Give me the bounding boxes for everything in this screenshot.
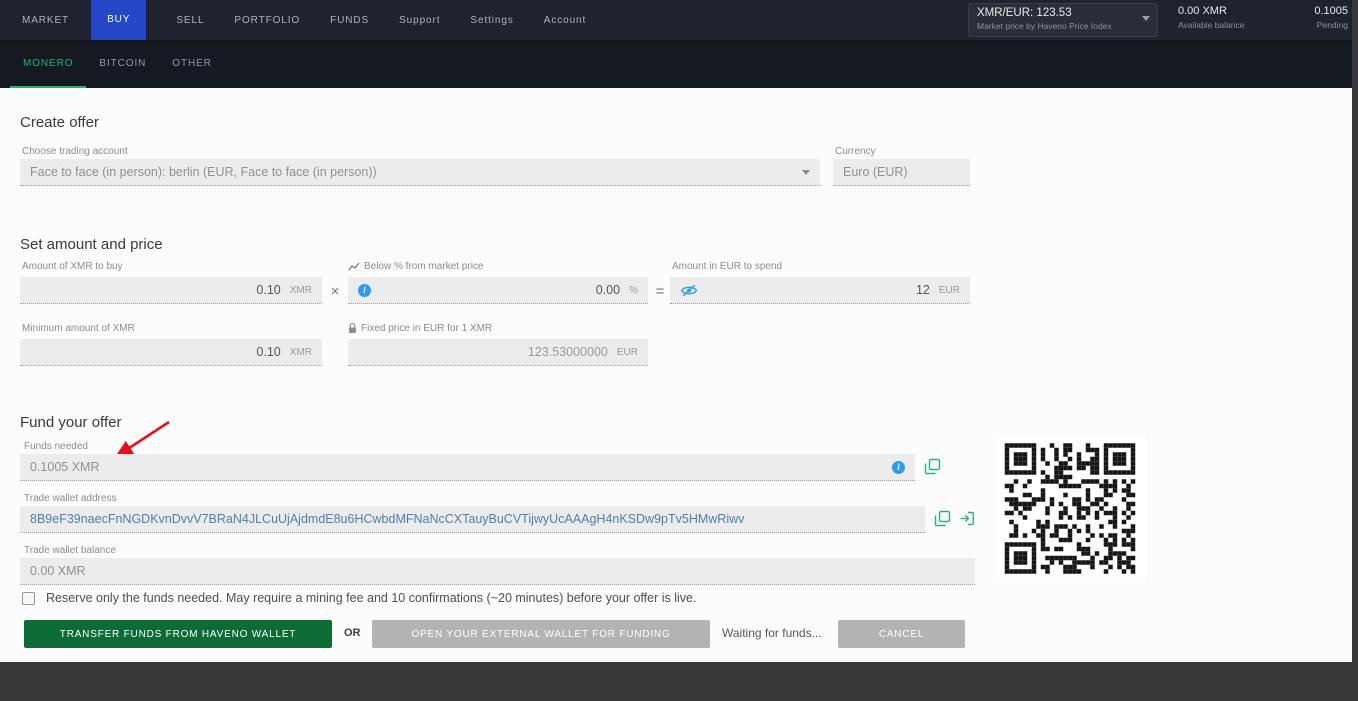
top-navbar: MARKET BUY SELL PORTFOLIO FUNDS Support … — [0, 0, 1352, 40]
qr-code-pattern — [995, 435, 1145, 582]
wallet-address-value: 8B9eF39naecFnNGDKvnDvvV7BRaN4JLCuUjAjdmd… — [30, 512, 744, 526]
nav-support[interactable]: Support — [399, 15, 440, 26]
available-balance: 0.00 XMR Available balance — [1178, 5, 1290, 30]
wallet-balance-field[interactable]: 0.00 XMR — [20, 558, 975, 585]
reserve-funds-label: Reserve only the funds needed. May requi… — [46, 591, 696, 605]
wallet-address-label: Trade wallet address — [24, 493, 116, 504]
fixed-price-value: 123.53000000 — [528, 345, 608, 359]
reserve-funds-checkbox[interactable] — [22, 592, 35, 605]
funds-needed-value: 0.1005 XMR — [30, 460, 99, 474]
wallet-address-field[interactable]: 8B9eF39naecFnNGDKvnDvvV7BRaN4JLCuUjAjdmd… — [20, 506, 925, 533]
or-text: OR — [344, 627, 361, 639]
multiply-operator: × — [326, 283, 344, 300]
transfer-funds-button[interactable]: TRANSFER FUNDS FROM HAVENO WALLET — [24, 620, 332, 648]
market-price-pair: XMR/EUR: 123.53 — [977, 7, 1149, 19]
pct-suffix: % — [629, 285, 638, 296]
min-amount-suffix: XMR — [290, 347, 312, 358]
pct-input[interactable]: 0.00 % — [348, 277, 648, 304]
currency-label: Currency — [835, 146, 876, 157]
chevron-down-icon — [1142, 16, 1150, 21]
fund-offer-title: Fund your offer — [20, 414, 121, 431]
open-wallet-icon[interactable] — [959, 510, 976, 527]
nav-market[interactable]: MARKET — [22, 15, 69, 26]
nav-account[interactable]: Account — [544, 15, 586, 26]
cancel-button[interactable]: CANCEL — [838, 620, 965, 648]
set-amount-title: Set amount and price — [20, 236, 163, 253]
lock-icon — [348, 323, 357, 334]
create-offer-title: Create offer — [20, 114, 99, 131]
tab-other[interactable]: OTHER — [159, 41, 225, 88]
copy-icon[interactable] — [924, 458, 941, 475]
wallet-balance-value: 0.00 XMR — [30, 564, 86, 578]
equals-operator: = — [651, 283, 669, 300]
pending-balance-value: 0.1005 — [1288, 5, 1348, 17]
pct-label: Below % from market price — [348, 261, 483, 272]
trading-account-value: Face to face (in person): berlin (EUR, F… — [30, 165, 377, 179]
chart-icon — [348, 262, 360, 272]
market-tabs: MONERO BITCOIN OTHER — [0, 40, 1352, 88]
spend-value: 12 — [916, 283, 930, 297]
fixed-price-label: Fixed price in EUR for 1 XMR — [348, 323, 492, 334]
amount-label: Amount of XMR to buy — [22, 261, 123, 272]
pct-value: 0.00 — [596, 283, 620, 297]
fixed-price-suffix: EUR — [617, 347, 638, 358]
spend-suffix: EUR — [939, 285, 960, 296]
create-offer-panel: Create offer Choose trading account Face… — [0, 88, 1352, 662]
pending-balance-label: Pending — [1288, 20, 1348, 30]
market-price-selector[interactable]: XMR/EUR: 123.53 Market price by Haveno P… — [968, 3, 1158, 37]
waiting-for-funds-status: Waiting for funds... — [722, 626, 822, 640]
nav-portfolio[interactable]: PORTFOLIO — [234, 15, 300, 26]
market-price-source: Market price by Haveno Price Index — [977, 21, 1149, 31]
wallet-balance-label: Trade wallet balance — [24, 545, 116, 556]
spend-label: Amount in EUR to spend — [672, 261, 782, 272]
currency-field[interactable]: Euro (EUR) — [833, 159, 970, 186]
trading-account-label: Choose trading account — [22, 146, 128, 157]
nav-buy[interactable]: BUY — [91, 0, 146, 40]
app-window: MARKET BUY SELL PORTFOLIO FUNDS Support … — [0, 0, 1352, 662]
min-amount-value: 0.10 — [256, 345, 280, 359]
amount-input[interactable]: 0.10 XMR — [20, 277, 322, 304]
info-icon[interactable] — [358, 284, 371, 297]
qr-code — [995, 435, 1145, 582]
pending-balance: 0.1005 Pending — [1288, 5, 1348, 30]
trading-account-select[interactable]: Face to face (in person): berlin (EUR, F… — [20, 159, 820, 186]
amount-value: 0.10 — [256, 283, 280, 297]
spend-input[interactable]: 12 EUR — [670, 277, 970, 304]
min-amount-label: Minimum amount of XMR — [22, 323, 135, 334]
funds-needed-label: Funds needed — [24, 441, 88, 452]
tab-monero[interactable]: MONERO — [10, 41, 86, 88]
currency-value: Euro (EUR) — [843, 165, 908, 179]
nav-funds[interactable]: FUNDS — [330, 15, 369, 26]
fixed-price-input[interactable]: 123.53000000 EUR — [348, 339, 648, 366]
copy-icon[interactable] — [934, 510, 951, 527]
chevron-down-icon — [802, 170, 810, 175]
nav-settings[interactable]: Settings — [470, 15, 513, 26]
nav-sell[interactable]: SELL — [176, 15, 204, 26]
available-balance-value: 0.00 XMR — [1178, 5, 1290, 17]
amount-suffix: XMR — [290, 285, 312, 296]
funds-needed-field[interactable]: 0.1005 XMR — [20, 454, 915, 481]
min-amount-input[interactable]: 0.10 XMR — [20, 339, 322, 366]
info-icon[interactable] — [892, 461, 905, 474]
eye-off-icon[interactable] — [680, 284, 698, 297]
available-balance-label: Available balance — [1178, 20, 1290, 30]
tab-bitcoin[interactable]: BITCOIN — [86, 41, 159, 88]
external-wallet-button[interactable]: OPEN YOUR EXTERNAL WALLET FOR FUNDING — [372, 620, 710, 648]
